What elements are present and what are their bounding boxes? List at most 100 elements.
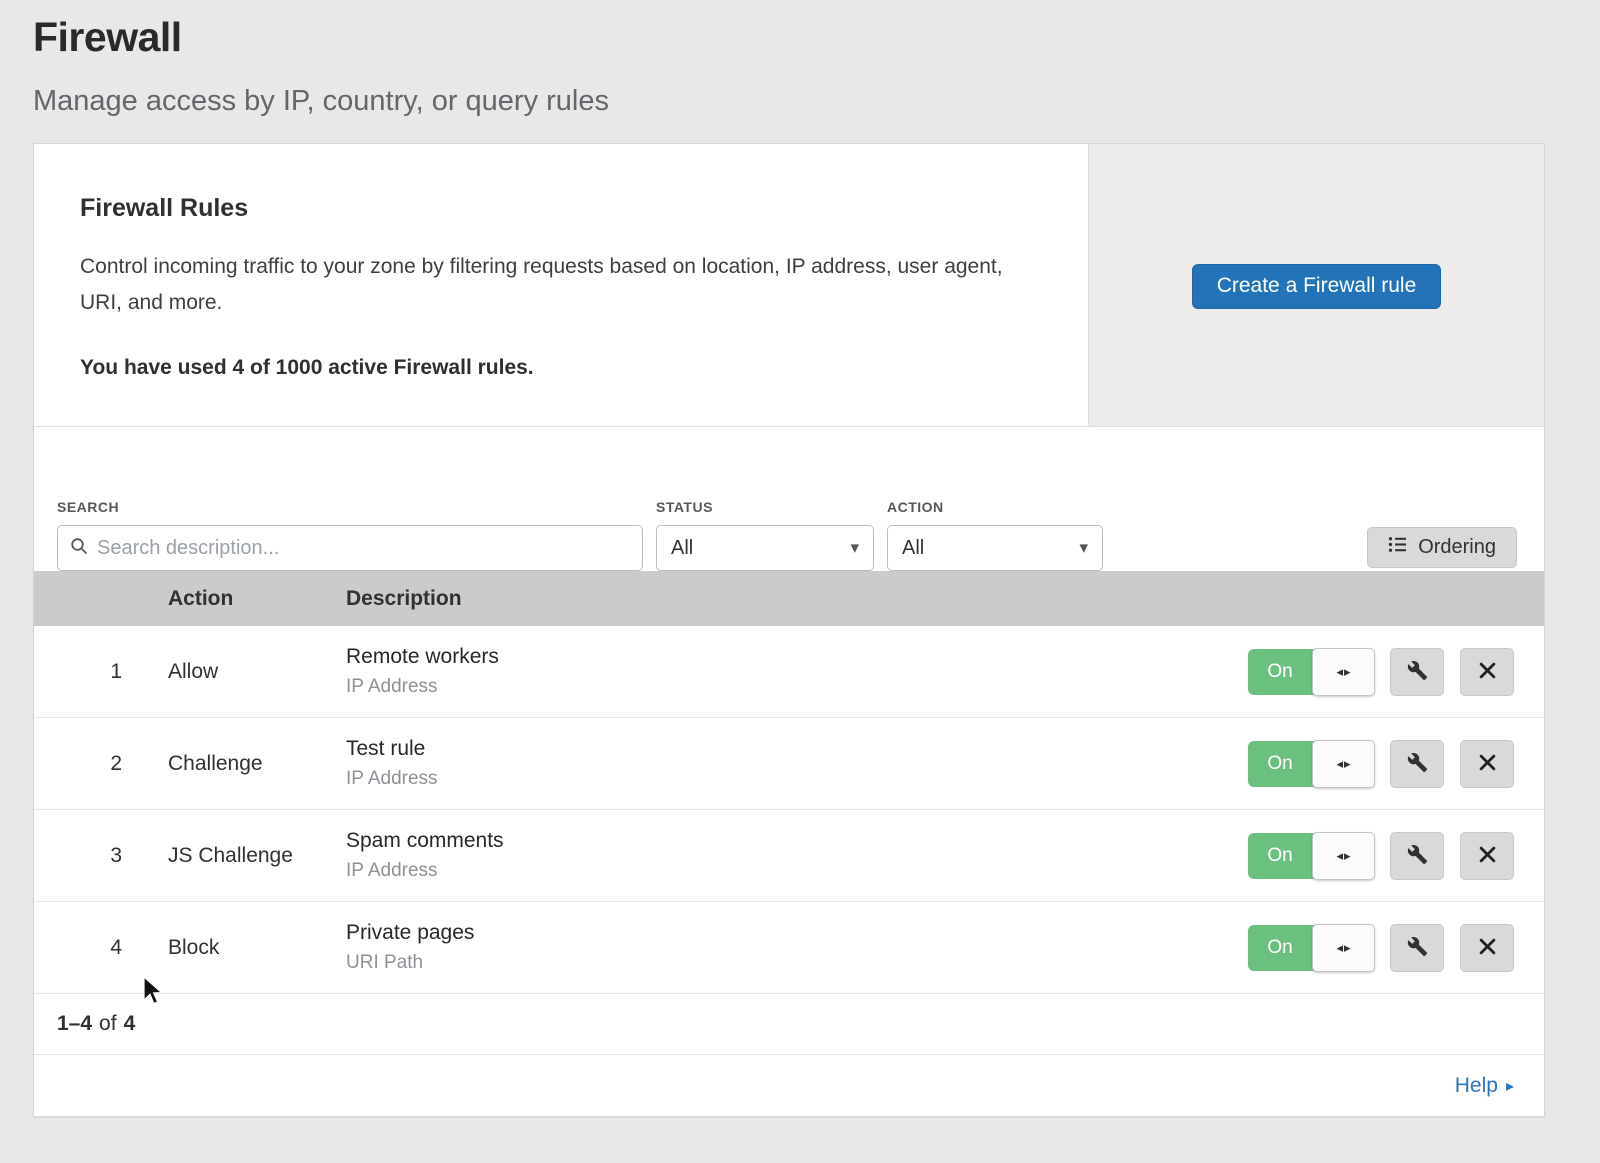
search-label: SEARCH xyxy=(57,499,643,515)
rule-description: Remote workers xyxy=(346,645,1204,669)
page-subtitle: Manage access by IP, country, or query r… xyxy=(33,85,1600,118)
chevron-down-icon: ▾ xyxy=(1079,538,1088,558)
close-icon xyxy=(1479,846,1496,866)
rule-description-cell: Spam comments IP Address xyxy=(346,829,1204,882)
rule-field: IP Address xyxy=(346,860,1204,882)
rule-status-toggle[interactable]: On ◂ ▸ xyxy=(1248,649,1374,695)
ordering-button-label: Ordering xyxy=(1418,536,1496,559)
section-heading: Firewall Rules xyxy=(80,194,1042,223)
action-selected-value: All xyxy=(902,537,924,560)
action-select[interactable]: All ▾ xyxy=(887,525,1103,571)
pagination-total: 4 xyxy=(124,1012,136,1036)
rule-number: 2 xyxy=(34,752,168,776)
action-label: ACTION xyxy=(887,499,1103,515)
status-filter-group: STATUS All ▾ xyxy=(656,499,874,571)
chevron-down-icon: ▾ xyxy=(850,538,859,558)
action-filter-group: ACTION All ▾ xyxy=(887,499,1103,571)
cta-panel: Create a Firewall rule xyxy=(1088,144,1544,426)
table-row: 1 Allow Remote workers IP Address On ◂ ▸ xyxy=(34,626,1544,718)
action-column-header: Action xyxy=(168,587,346,611)
help-link-label: Help xyxy=(1455,1074,1498,1098)
page-header: Firewall Manage access by IP, country, o… xyxy=(0,0,1600,118)
edit-rule-button[interactable] xyxy=(1390,648,1444,696)
search-filter-group: SEARCH xyxy=(57,499,643,571)
wrench-icon xyxy=(1407,752,1428,776)
firewall-rules-card: Firewall Rules Control incoming traffic … xyxy=(33,143,1545,1117)
search-icon xyxy=(70,537,88,560)
arrow-left-icon: ◂ xyxy=(1336,848,1343,864)
status-select[interactable]: All ▾ xyxy=(656,525,874,571)
rule-description: Private pages xyxy=(346,921,1204,945)
rule-action: Challenge xyxy=(168,752,346,776)
rules-table: Action Description 1 Allow Remote worker… xyxy=(34,571,1544,994)
toggle-drag-handle[interactable]: ◂ ▸ xyxy=(1312,924,1375,972)
rule-description: Test rule xyxy=(346,737,1204,761)
status-label: STATUS xyxy=(656,499,874,515)
rule-field: URI Path xyxy=(346,952,1204,974)
toggle-drag-handle[interactable]: ◂ ▸ xyxy=(1312,832,1375,880)
close-icon xyxy=(1479,938,1496,958)
rule-action: Allow xyxy=(168,660,346,684)
create-firewall-rule-button[interactable]: Create a Firewall rule xyxy=(1192,264,1442,309)
toggle-drag-handle[interactable]: ◂ ▸ xyxy=(1312,740,1375,788)
delete-rule-button[interactable] xyxy=(1460,832,1514,880)
arrow-right-icon: ▸ xyxy=(1344,756,1351,772)
arrow-left-icon: ◂ xyxy=(1336,664,1343,680)
toggle-on-label: On xyxy=(1248,741,1312,787)
description-column-header: Description xyxy=(346,587,1204,611)
toggle-on-label: On xyxy=(1248,925,1312,971)
delete-rule-button[interactable] xyxy=(1460,740,1514,788)
table-row: 2 Challenge Test rule IP Address On ◂ ▸ xyxy=(34,718,1544,810)
pagination-summary: 1–4 of 4 xyxy=(34,994,1544,1054)
toggle-on-label: On xyxy=(1248,649,1312,695)
rule-number: 4 xyxy=(34,936,168,960)
rule-controls: On ◂ ▸ xyxy=(1204,740,1544,788)
rule-controls: On ◂ ▸ xyxy=(1204,924,1544,972)
rule-description: Spam comments xyxy=(346,829,1204,853)
delete-rule-button[interactable] xyxy=(1460,648,1514,696)
table-row: 4 Block Private pages URI Path On ◂ ▸ xyxy=(34,902,1544,994)
rule-number: 3 xyxy=(34,844,168,868)
rule-status-toggle[interactable]: On ◂ ▸ xyxy=(1248,925,1374,971)
rule-controls: On ◂ ▸ xyxy=(1204,648,1544,696)
rule-action: Block xyxy=(168,936,346,960)
pagination-range: 1–4 xyxy=(57,1012,92,1036)
rule-number: 1 xyxy=(34,660,168,684)
search-box xyxy=(57,525,643,571)
intro-text: Firewall Rules Control incoming traffic … xyxy=(34,144,1088,426)
arrow-right-icon: ▸ xyxy=(1344,664,1351,680)
table-row: 3 JS Challenge Spam comments IP Address … xyxy=(34,810,1544,902)
table-header-row: Action Description xyxy=(34,571,1544,626)
toggle-drag-handle[interactable]: ◂ ▸ xyxy=(1312,648,1375,696)
arrow-left-icon: ◂ xyxy=(1336,940,1343,956)
rule-status-toggle[interactable]: On ◂ ▸ xyxy=(1248,741,1374,787)
rule-field: IP Address xyxy=(346,768,1204,790)
rule-description-cell: Private pages URI Path xyxy=(346,921,1204,974)
wrench-icon xyxy=(1407,936,1428,960)
wrench-icon xyxy=(1407,844,1428,868)
status-selected-value: All xyxy=(671,537,693,560)
page-title: Firewall xyxy=(33,14,1600,61)
toggle-on-label: On xyxy=(1248,833,1312,879)
arrow-right-icon: ▸ xyxy=(1344,940,1351,956)
pagination-of-label: of xyxy=(99,1012,117,1036)
wrench-icon xyxy=(1407,660,1428,684)
rule-description-cell: Remote workers IP Address xyxy=(346,645,1204,698)
help-arrow-icon: ▸ xyxy=(1506,1076,1514,1096)
edit-rule-button[interactable] xyxy=(1390,832,1444,880)
rule-action: JS Challenge xyxy=(168,844,346,868)
section-description: Control incoming traffic to your zone by… xyxy=(80,249,1030,320)
arrow-left-icon: ◂ xyxy=(1336,756,1343,772)
search-input[interactable] xyxy=(97,537,630,560)
arrow-right-icon: ▸ xyxy=(1344,848,1351,864)
close-icon xyxy=(1479,662,1496,682)
ordering-button[interactable]: Ordering xyxy=(1367,527,1517,568)
intro-section: Firewall Rules Control incoming traffic … xyxy=(34,144,1544,427)
edit-rule-button[interactable] xyxy=(1390,924,1444,972)
rule-controls: On ◂ ▸ xyxy=(1204,832,1544,880)
delete-rule-button[interactable] xyxy=(1460,924,1514,972)
help-link[interactable]: Help ▸ xyxy=(1455,1074,1514,1098)
rule-status-toggle[interactable]: On ◂ ▸ xyxy=(1248,833,1374,879)
edit-rule-button[interactable] xyxy=(1390,740,1444,788)
usage-summary: You have used 4 of 1000 active Firewall … xyxy=(80,356,1042,380)
